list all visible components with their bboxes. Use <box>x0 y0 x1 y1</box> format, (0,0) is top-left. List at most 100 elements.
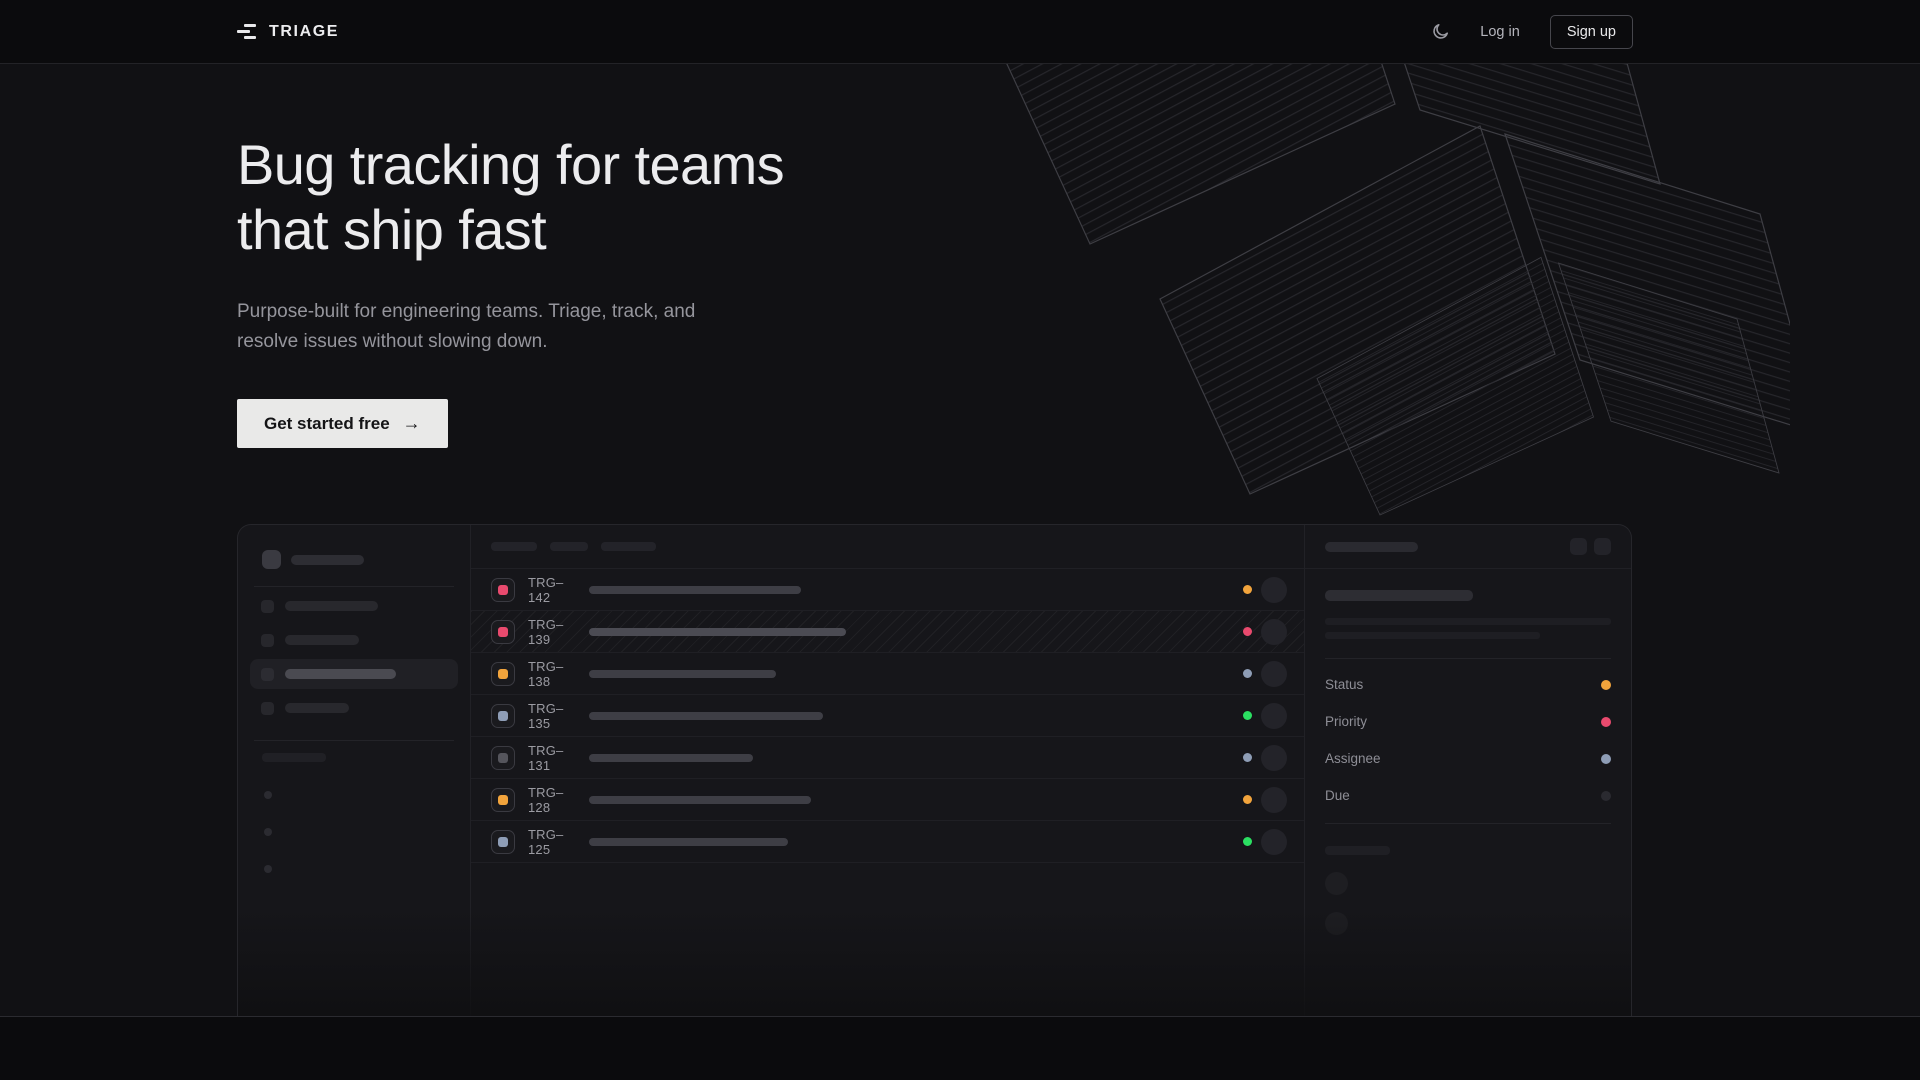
status-dot <box>1243 753 1252 762</box>
sidebar-dot <box>264 791 272 799</box>
list-header <box>471 525 1304 569</box>
issue-type-icon <box>491 578 515 602</box>
detail-field-label: Assignee <box>1325 751 1381 766</box>
detail-header <box>1305 525 1631 569</box>
detail-header-buttons <box>1570 538 1611 555</box>
get-started-label: Get started free <box>264 414 390 434</box>
issue-type-icon-fill <box>498 837 508 847</box>
hero-subtitle-line2: resolve issues without slowing down. <box>237 327 695 357</box>
issue-title-placeholder <box>589 838 788 846</box>
issue-row-right <box>1243 661 1287 687</box>
sidebar-skeleton-item <box>250 591 458 621</box>
filter-pill-placeholder <box>601 542 656 551</box>
preview-sidebar <box>238 525 471 1016</box>
moon-icon <box>1431 22 1450 41</box>
assignee-avatar <box>1261 745 1287 771</box>
issue-type-icon <box>491 830 515 854</box>
detail-field-row: Due <box>1325 777 1611 814</box>
issue-id: TRG–131 <box>528 743 577 773</box>
status-dot <box>1243 669 1252 678</box>
sidebar-item-icon <box>261 702 274 715</box>
login-link[interactable]: Log in <box>1480 24 1520 40</box>
issue-row: TRG–138 <box>471 653 1304 695</box>
issue-id: TRG–142 <box>528 575 577 605</box>
workspace-row <box>262 550 470 569</box>
detail-field-row: Status <box>1325 666 1611 703</box>
text-placeholder <box>285 703 349 713</box>
assignee-avatar <box>1261 703 1287 729</box>
issue-id: TRG–138 <box>528 659 577 689</box>
sidebar-item-icon <box>261 668 274 681</box>
get-started-button[interactable]: Get started free → <box>237 399 448 448</box>
sidebar-skeleton-item-active <box>250 659 458 689</box>
detail-field-value-dot <box>1601 680 1611 690</box>
sidebar-item-icon <box>261 634 274 647</box>
issue-id: TRG–139 <box>528 617 577 647</box>
status-dot <box>1243 837 1252 846</box>
issue-title-placeholder <box>589 712 823 720</box>
section-label-placeholder <box>262 753 326 762</box>
preview-issue-list: TRG–142 TRG–139 TRG–138 TRG–135 <box>471 525 1304 1016</box>
text-placeholder <box>285 635 359 645</box>
issue-type-icon-fill <box>498 669 508 679</box>
detail-text-placeholder <box>1325 618 1611 625</box>
issue-row: TRG–135 <box>471 695 1304 737</box>
detail-field-row: Assignee <box>1325 740 1611 777</box>
signup-button[interactable]: Sign up <box>1550 15 1633 49</box>
detail-field-value-dot <box>1601 754 1611 764</box>
assignee-avatar <box>1261 619 1287 645</box>
issue-title-placeholder <box>589 754 753 762</box>
issue-type-icon <box>491 620 515 644</box>
top-nav: TRIAGE Log in Sign up <box>0 0 1920 64</box>
sidebar-skeleton-item <box>250 625 458 655</box>
issue-type-icon <box>491 746 515 770</box>
detail-text-placeholder <box>1325 632 1540 639</box>
comment-avatar-placeholder <box>1325 872 1348 895</box>
issue-row: TRG–142 <box>471 569 1304 611</box>
issue-title-placeholder <box>589 628 846 636</box>
issue-row-right <box>1243 577 1287 603</box>
detail-header-placeholder <box>1325 542 1418 552</box>
theme-toggle-button[interactable] <box>1431 22 1450 41</box>
issue-row-right <box>1243 703 1287 729</box>
detail-field-label: Status <box>1325 677 1363 692</box>
preview-detail-panel: Status Priority Assignee Due <box>1304 525 1631 1016</box>
brand[interactable]: TRIAGE <box>237 23 339 41</box>
issue-type-icon-fill <box>498 753 508 763</box>
issue-row: TRG–128 <box>471 779 1304 821</box>
detail-divider <box>1325 823 1611 824</box>
issue-row-right <box>1243 787 1287 813</box>
detail-field-value-dot <box>1601 791 1611 801</box>
detail-action-button <box>1594 538 1611 555</box>
workspace-name-placeholder <box>291 555 364 565</box>
issue-row: TRG–131 <box>471 737 1304 779</box>
filter-pill-placeholder <box>550 542 588 551</box>
issue-type-icon <box>491 662 515 686</box>
sidebar-skeleton-item <box>250 693 458 723</box>
issue-id: TRG–125 <box>528 827 577 857</box>
arrow-right-icon: → <box>403 413 421 434</box>
issue-title-placeholder <box>589 796 811 804</box>
footer <box>0 1016 1920 1080</box>
detail-fields: Status Priority Assignee Due <box>1325 666 1611 814</box>
assignee-avatar <box>1261 787 1287 813</box>
detail-section-placeholder <box>1325 846 1390 855</box>
filter-pill-placeholder <box>491 542 537 551</box>
sidebar-dot <box>264 828 272 836</box>
assignee-avatar <box>1261 577 1287 603</box>
preview-issue-rows: TRG–142 TRG–139 TRG–138 TRG–135 <box>471 569 1304 863</box>
status-dot <box>1243 627 1252 636</box>
nav-right: Log in Sign up <box>1431 15 1633 49</box>
assignee-avatar <box>1261 661 1287 687</box>
hero-title-line1: Bug tracking for teams <box>237 132 784 197</box>
detail-field-value-dot <box>1601 717 1611 727</box>
sidebar-divider <box>254 740 454 741</box>
text-placeholder <box>285 601 378 611</box>
detail-divider <box>1325 658 1611 659</box>
issue-row-right <box>1243 829 1287 855</box>
issue-type-icon-fill <box>498 795 508 805</box>
issue-type-icon <box>491 704 515 728</box>
issue-row: TRG–125 <box>471 821 1304 863</box>
issue-row-right <box>1243 619 1287 645</box>
detail-field-row: Priority <box>1325 703 1611 740</box>
